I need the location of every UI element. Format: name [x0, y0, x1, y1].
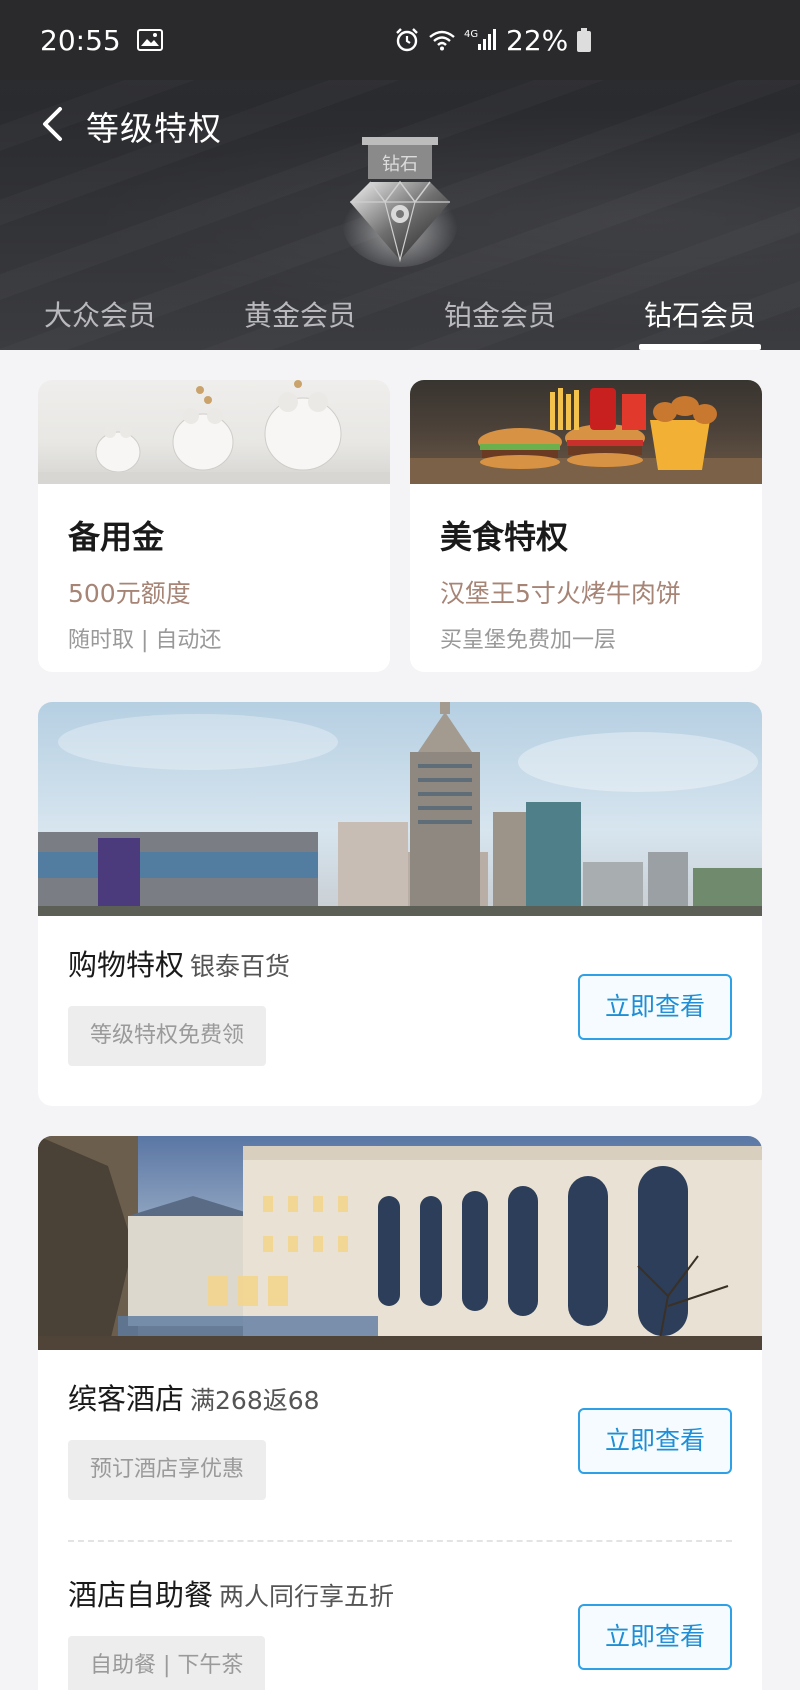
member-level-tabs: 大众会员 黄金会员 铂金会员 钻石会员 [0, 288, 800, 350]
tab-regular-member[interactable]: 大众会员 [0, 288, 200, 350]
wifi-icon [428, 29, 456, 51]
buffet-tag: 自助餐 | 下午茶 [68, 1636, 266, 1690]
hotel-subtitle: 满268返68 [190, 1386, 320, 1415]
alarm-icon [394, 27, 420, 53]
shopping-view-button[interactable]: 立即查看 [578, 974, 732, 1040]
small-cards-row: 备用金 500元额度 随时取 | 自动还 美食特权 汉堡王5寸火烤牛肉饼 买皇堡… [38, 380, 762, 672]
network-type: 4G [464, 29, 478, 40]
tab-platinum-member[interactable]: 铂金会员 [400, 288, 600, 350]
food-privilege-body: 美食特权 汉堡王5寸火烤牛肉饼 买皇堡免费加一层 [410, 484, 762, 654]
hotel-privilege-card: 缤客酒店 满268返68 预订酒店享优惠 立即查看 酒店自助餐 两人同行享五折 … [38, 1136, 762, 1690]
diamond-badge-icon: 钻石 [340, 132, 460, 272]
badge-label: 钻石 [382, 154, 418, 175]
benefits-list: 备用金 500元额度 随时取 | 自动还 美食特权 汉堡王5寸火烤牛肉饼 买皇堡… [0, 350, 800, 1690]
shopping-tag: 等级特权免费领 [68, 1006, 267, 1066]
department-store-image [38, 702, 762, 916]
reserve-fund-body: 备用金 500元额度 随时取 | 自动还 [38, 484, 390, 654]
shopping-offer: 购物特权 银泰百货 等级特权免费领 立即查看 [38, 916, 762, 1106]
back-button[interactable] [22, 96, 82, 156]
reserve-fund-title: 备用金 [68, 518, 165, 556]
tab-diamond-member[interactable]: 钻石会员 [600, 288, 800, 350]
chevron-left-icon [40, 106, 64, 146]
piggy-bank-image [38, 380, 390, 484]
battery-percent: 22% [506, 23, 569, 57]
shopping-title: 购物特权 [68, 948, 185, 982]
status-icons: 4G 22% [394, 0, 592, 80]
food-privilege-subtitle: 汉堡王5寸火烤牛肉饼 [440, 579, 681, 608]
page-title: 等级特权 [86, 109, 222, 148]
hotel-title: 缤客酒店 [68, 1382, 185, 1416]
hotel-offer: 缤客酒店 满268返68 预订酒店享优惠 立即查看 [38, 1350, 762, 1540]
food-privilege-desc: 买皇堡免费加一层 [440, 628, 617, 653]
header: 20:55 4G 22% 等级特权 钻石 大众会员 黄金会员 铂金会员 钻石会员 [0, 0, 800, 350]
status-time: 20:55 [40, 23, 121, 57]
buffet-subtitle: 两人同行享五折 [219, 1582, 395, 1611]
shopping-subtitle: 银泰百货 [190, 952, 291, 981]
battery-icon [576, 27, 592, 53]
tab-gold-member[interactable]: 黄金会员 [200, 288, 400, 350]
reserve-fund-desc: 随时取 | 自动还 [68, 628, 222, 653]
hotel-building-image [38, 1136, 762, 1350]
hotel-tag: 预订酒店享优惠 [68, 1440, 267, 1500]
buffet-title: 酒店自助餐 [68, 1578, 214, 1612]
burger-meal-image [410, 380, 762, 484]
watermark-line1: EXPERT [643, 1666, 742, 1690]
reserve-fund-subtitle: 500元额度 [68, 579, 191, 608]
buffet-view-button[interactable]: 立即查看 [578, 1604, 732, 1670]
hotel-view-button[interactable]: 立即查看 [578, 1408, 732, 1474]
reserve-fund-card[interactable]: 备用金 500元额度 随时取 | 自动还 [38, 380, 390, 672]
watermark: EXPERT 飞客 [644, 1666, 742, 1690]
food-privilege-title: 美食特权 [440, 518, 569, 556]
food-privilege-card[interactable]: 美食特权 汉堡王5寸火烤牛肉饼 买皇堡免费加一层 [410, 380, 762, 672]
shopping-privilege-card: 购物特权 银泰百货 等级特权免费领 立即查看 [38, 702, 762, 1106]
signal-icon: 4G [464, 27, 498, 53]
status-bar: 20:55 4G 22% [0, 0, 800, 80]
image-notification-icon [136, 29, 163, 51]
